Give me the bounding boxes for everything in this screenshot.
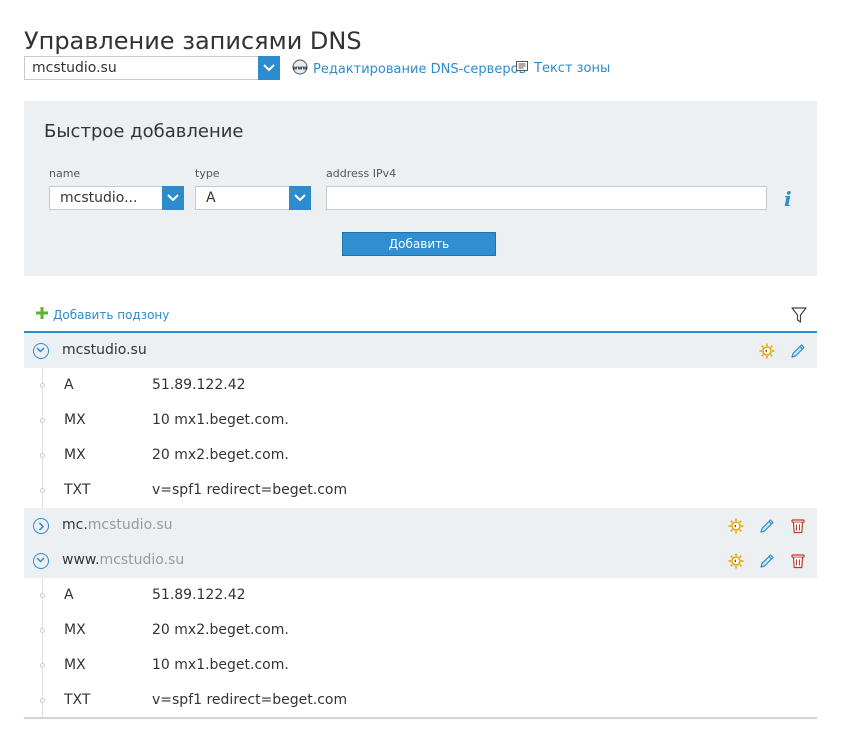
zone-row[interactable]: mc.mcstudio.su [24, 508, 817, 543]
address-label: address IPv4 [326, 167, 397, 180]
record-type: A [64, 377, 74, 393]
type-select[interactable]: A [195, 186, 311, 210]
collapse-icon[interactable] [33, 553, 49, 569]
add-subzone-label: Добавить подзону [53, 307, 170, 322]
zone-name: mc.mcstudio.su [62, 517, 173, 533]
quick-add-panel: Быстрое добавление name mcstudio... type… [24, 101, 817, 276]
zone-row[interactable]: mcstudio.su [24, 333, 817, 368]
sun-gear-icon[interactable] [728, 518, 744, 538]
tree-node-dot [40, 593, 45, 598]
record-value: 20 mx2.beget.com. [152, 622, 289, 638]
edit-dns-servers-label: Редактирование DNS-серверов [313, 61, 527, 77]
record-type: TXT [64, 692, 91, 708]
document-icon [515, 59, 529, 77]
chevron-down-icon[interactable] [162, 186, 184, 210]
svg-text:www: www [292, 66, 307, 72]
tree-node-dot [40, 488, 45, 493]
sun-gear-icon[interactable] [759, 343, 775, 363]
add-button[interactable]: Добавить [342, 232, 496, 256]
name-select[interactable]: mcstudio... [49, 186, 184, 210]
record-row[interactable]: TXT v=spf1 redirect=beget.com [24, 473, 817, 508]
record-value: 51.89.122.42 [152, 587, 246, 603]
domain-select-value: mcstudio.su [32, 60, 117, 76]
record-value: 10 mx1.beget.com. [152, 657, 289, 673]
record-value: 20 mx2.beget.com. [152, 447, 289, 463]
record-value: 51.89.122.42 [152, 377, 246, 393]
www-globe-icon: www [292, 59, 308, 79]
name-label: name [49, 167, 81, 180]
type-select-value: A [206, 190, 216, 206]
chevron-down-icon[interactable] [289, 186, 311, 210]
record-row[interactable]: A 51.89.122.42 [24, 368, 817, 403]
type-label: type [195, 167, 220, 180]
address-input[interactable] [326, 186, 767, 210]
record-type: A [64, 587, 74, 603]
pencil-icon[interactable] [759, 518, 775, 538]
record-row[interactable]: TXT v=spf1 redirect=beget.com [24, 683, 817, 718]
record-value: 10 mx1.beget.com. [152, 412, 289, 428]
record-value: v=spf1 redirect=beget.com [152, 692, 348, 708]
record-type: MX [64, 447, 86, 463]
record-row[interactable]: A 51.89.122.42 [24, 578, 817, 613]
record-row[interactable]: MX 20 mx2.beget.com. [24, 438, 817, 473]
tree-node-dot [40, 628, 45, 633]
zone-row[interactable]: www.mcstudio.su [24, 543, 817, 578]
record-row[interactable]: MX 10 mx1.beget.com. [24, 648, 817, 683]
zone-text-label: Текст зоны [534, 60, 611, 76]
tree-node-dot [40, 663, 45, 668]
sun-gear-icon[interactable] [728, 553, 744, 573]
record-type: TXT [64, 482, 91, 498]
record-type: MX [64, 412, 86, 428]
tree-node-dot [40, 698, 45, 703]
record-row[interactable]: MX 10 mx1.beget.com. [24, 403, 817, 438]
tree-node-dot [40, 453, 45, 458]
domain-select[interactable]: mcstudio.su [24, 56, 280, 80]
record-type: MX [64, 657, 86, 673]
tree-node-dot [40, 418, 45, 423]
zone-name: mcstudio.su [62, 342, 147, 358]
collapse-icon[interactable] [33, 343, 49, 359]
pencil-icon[interactable] [790, 343, 806, 363]
name-select-value: mcstudio... [60, 190, 138, 206]
tree-node-dot [40, 383, 45, 388]
list-bottom-border [24, 717, 817, 719]
record-type: MX [64, 622, 86, 638]
pencil-icon[interactable] [759, 553, 775, 573]
add-subzone-link[interactable]: Добавить подзону [36, 307, 169, 322]
plus-icon [36, 307, 48, 322]
zone-name: www.mcstudio.su [62, 552, 185, 568]
record-value: v=spf1 redirect=beget.com [152, 482, 348, 498]
trash-icon[interactable] [790, 553, 806, 573]
edit-dns-servers-link[interactable]: www Редактирование DNS-серверов [292, 59, 526, 79]
info-icon[interactable]: i [784, 187, 792, 211]
quick-add-title: Быстрое добавление [44, 121, 244, 142]
filter-icon[interactable] [791, 307, 807, 327]
page-title: Управление записями DNS [24, 27, 362, 56]
expand-icon[interactable] [33, 518, 49, 534]
trash-icon[interactable] [790, 518, 806, 538]
record-row[interactable]: MX 20 mx2.beget.com. [24, 613, 817, 648]
chevron-down-icon[interactable] [258, 56, 280, 80]
zone-text-link[interactable]: Текст зоны [515, 59, 610, 77]
